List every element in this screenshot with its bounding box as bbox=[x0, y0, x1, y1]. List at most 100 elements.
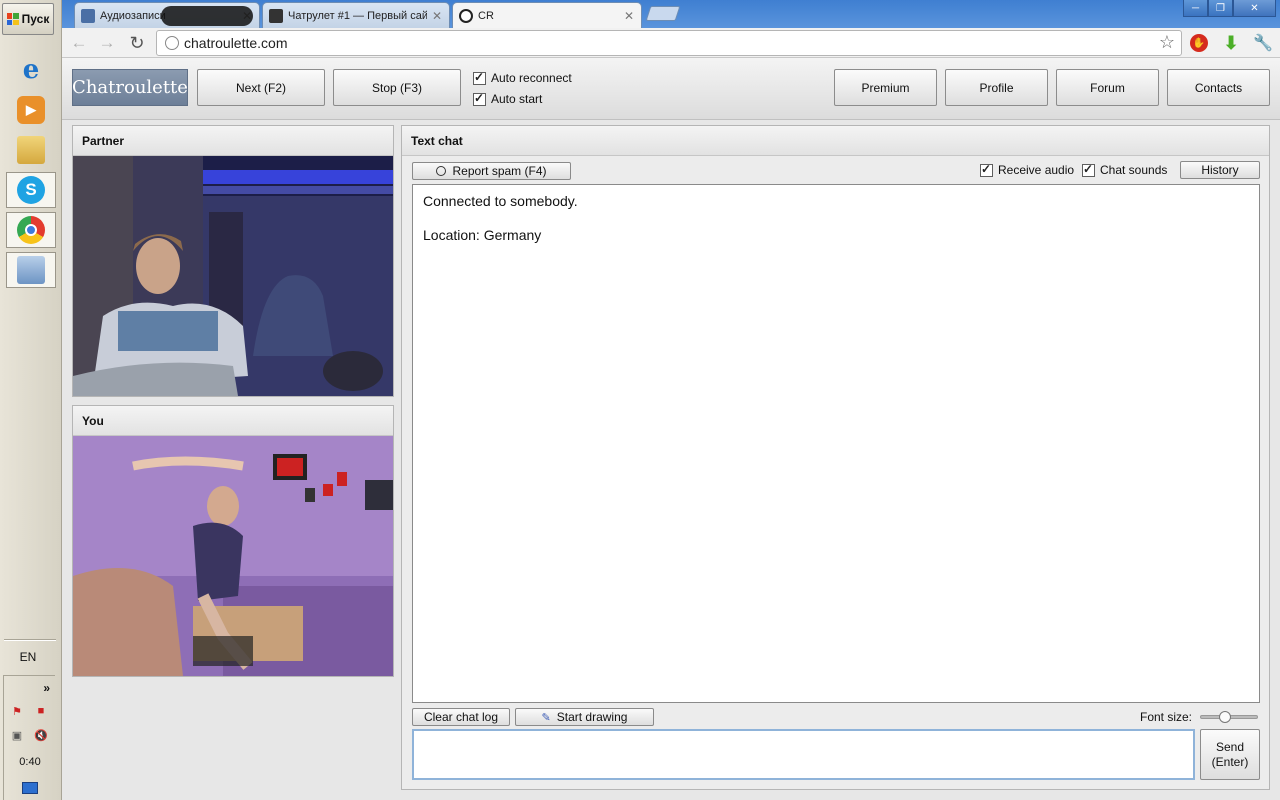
text-chat-title: Text chat bbox=[402, 126, 1269, 156]
chatrulet-favicon-icon bbox=[269, 8, 283, 23]
auto-start-checkbox[interactable] bbox=[473, 91, 486, 106]
stop-button[interactable]: Stop (F3) bbox=[333, 69, 461, 106]
chatroulette-logo[interactable]: Chatroulette bbox=[72, 69, 188, 106]
minimize-button[interactable]: ─ bbox=[1183, 0, 1208, 17]
you-panel: You bbox=[72, 405, 394, 677]
system-tray: » ⚑ ■ ▣ 🔇 0:40 bbox=[3, 675, 55, 800]
chatroulette-favicon-icon bbox=[459, 9, 473, 23]
download-extension-icon[interactable]: ⬇ bbox=[1220, 32, 1242, 54]
pencil-icon: ✎ bbox=[541, 711, 551, 724]
font-size-label: Font size: bbox=[1140, 710, 1193, 724]
taskbar-app-media-player[interactable]: ▶ bbox=[6, 92, 56, 128]
tab-title: Чатрулет #1 — Первый сай bbox=[288, 9, 427, 22]
partner-title: Partner bbox=[73, 126, 393, 156]
taskbar-app-internet-explorer[interactable]: e bbox=[6, 52, 56, 88]
scribble-redaction bbox=[161, 6, 253, 26]
chat-log[interactable]: Connected to somebody. Location: Germany bbox=[412, 184, 1260, 703]
chat-message: Location: Germany bbox=[423, 227, 542, 243]
auto-start-option[interactable]: Auto start bbox=[473, 91, 543, 106]
tab-cr[interactable]: CR ✕ bbox=[452, 2, 642, 29]
forum-button[interactable]: Forum bbox=[1056, 69, 1159, 106]
start-label: Пуск bbox=[21, 12, 50, 26]
chatroulette-page: Chatroulette Next (F2) Stop (F3) Auto re… bbox=[62, 58, 1280, 800]
auto-reconnect-option[interactable]: Auto reconnect bbox=[473, 70, 572, 85]
url-text: chatroulette.com bbox=[184, 35, 288, 51]
auto-start-label: Auto start bbox=[491, 92, 543, 106]
self-video bbox=[73, 436, 393, 676]
partner-panel: Partner bbox=[72, 125, 394, 397]
bookmark-star-icon[interactable]: ☆ bbox=[1159, 32, 1175, 53]
start-button[interactable]: Пуск bbox=[2, 3, 54, 35]
chrome-icon bbox=[17, 216, 45, 244]
receive-audio-checkbox[interactable] bbox=[980, 162, 993, 177]
auto-reconnect-label: Auto reconnect bbox=[491, 71, 572, 85]
tab-strip: Аудиозаписи ✕ Чатрулет #1 — Первый сай ✕… bbox=[62, 0, 1280, 29]
tab-chatrulet[interactable]: Чатрулет #1 — Первый сай ✕ bbox=[262, 2, 450, 28]
chat-sounds-label: Chat sounds bbox=[1100, 163, 1168, 177]
auto-reconnect-checkbox[interactable] bbox=[473, 70, 486, 85]
send-button[interactable]: Send (Enter) bbox=[1200, 729, 1260, 780]
send-label: Send bbox=[1215, 739, 1245, 754]
block-icon bbox=[436, 166, 447, 176]
back-arrow-icon[interactable]: ← bbox=[68, 32, 90, 54]
taskbar-separator bbox=[4, 639, 56, 641]
tray-icon-2[interactable]: ■ bbox=[34, 704, 48, 718]
chat-sounds-checkbox[interactable] bbox=[1082, 162, 1095, 177]
close-window-button[interactable]: ✕ bbox=[1233, 0, 1276, 17]
you-title: You bbox=[73, 406, 393, 436]
browser-window: Аудиозаписи ✕ Чатрулет #1 — Первый сай ✕… bbox=[62, 0, 1280, 800]
vk-favicon-icon bbox=[81, 8, 95, 23]
volume-muted-icon[interactable]: 🔇 bbox=[34, 728, 48, 742]
receive-audio-option[interactable]: Receive audio bbox=[980, 162, 1075, 177]
message-input[interactable] bbox=[412, 729, 1195, 780]
start-drawing-button[interactable]: ✎ Start drawing bbox=[515, 708, 654, 726]
premium-button[interactable]: Premium bbox=[834, 69, 937, 106]
taskbar-app-chrome[interactable] bbox=[6, 212, 56, 248]
receive-audio-label: Receive audio bbox=[998, 163, 1075, 177]
tray-icon-1[interactable]: ⚑ bbox=[10, 704, 24, 718]
wrench-menu-icon[interactable]: 🔧 bbox=[1252, 32, 1274, 54]
clear-chat-log-button[interactable]: Clear chat log bbox=[412, 708, 510, 726]
report-spam-label: Report spam (F4) bbox=[452, 164, 547, 178]
history-button[interactable]: History bbox=[1180, 161, 1260, 179]
forward-arrow-icon[interactable]: → bbox=[96, 32, 118, 54]
new-tab-button[interactable] bbox=[645, 6, 681, 21]
taskbar-app-network-tool[interactable] bbox=[6, 252, 56, 288]
partner-video bbox=[73, 156, 393, 396]
clock[interactable]: 0:40 bbox=[4, 756, 56, 768]
close-tab-icon[interactable]: ✕ bbox=[431, 9, 443, 23]
skype-icon: S bbox=[17, 176, 45, 204]
adblock-extension-icon[interactable]: ✋ bbox=[1188, 32, 1210, 54]
address-bar[interactable]: chatroulette.com ☆ bbox=[156, 30, 1182, 56]
text-chat-panel: Text chat Report spam (F4) Receive audio… bbox=[401, 125, 1270, 790]
tab-title: CR bbox=[478, 10, 494, 22]
tab-audio[interactable]: Аудиозаписи ✕ bbox=[74, 2, 260, 28]
network-tool-icon bbox=[17, 256, 45, 284]
media-player-icon: ▶ bbox=[17, 96, 45, 124]
taskbar-app-skype[interactable]: S bbox=[6, 172, 56, 208]
profile-button[interactable]: Profile bbox=[945, 69, 1048, 106]
top-bar: Chatroulette Next (F2) Stop (F3) Auto re… bbox=[62, 58, 1280, 120]
chat-sounds-option[interactable]: Chat sounds bbox=[1082, 162, 1168, 177]
folder-icon bbox=[17, 136, 45, 164]
browser-toolbar: ← → ↻ chatroulette.com ☆ ✋ ⬇ 🔧 bbox=[62, 28, 1280, 58]
contacts-button[interactable]: Contacts bbox=[1167, 69, 1270, 106]
show-desktop-icon[interactable] bbox=[22, 782, 38, 794]
internet-explorer-icon: e bbox=[22, 55, 40, 85]
taskbar-app-file-manager[interactable] bbox=[6, 132, 56, 168]
send-shortcut-label: (Enter) bbox=[1211, 754, 1249, 769]
font-size-slider-knob[interactable] bbox=[1219, 711, 1231, 723]
report-spam-button[interactable]: Report spam (F4) bbox=[412, 162, 571, 180]
close-tab-icon[interactable]: ✕ bbox=[623, 9, 635, 23]
network-icon[interactable]: ▣ bbox=[10, 728, 24, 742]
reload-icon[interactable]: ↻ bbox=[126, 32, 148, 54]
windows-taskbar: Пуск e ▶ S EN » ⚑ ■ ▣ 🔇 0:40 bbox=[0, 0, 62, 800]
maximize-button[interactable]: ❐ bbox=[1208, 0, 1233, 17]
font-size-slider[interactable] bbox=[1200, 711, 1258, 723]
chat-message: Connected to somebody. bbox=[423, 193, 578, 209]
windows-logo-icon bbox=[6, 13, 19, 25]
tray-expand-button[interactable]: » bbox=[43, 681, 50, 695]
next-button[interactable]: Next (F2) bbox=[197, 69, 325, 106]
start-drawing-label: Start drawing bbox=[556, 710, 628, 724]
language-indicator[interactable]: EN bbox=[0, 650, 56, 664]
